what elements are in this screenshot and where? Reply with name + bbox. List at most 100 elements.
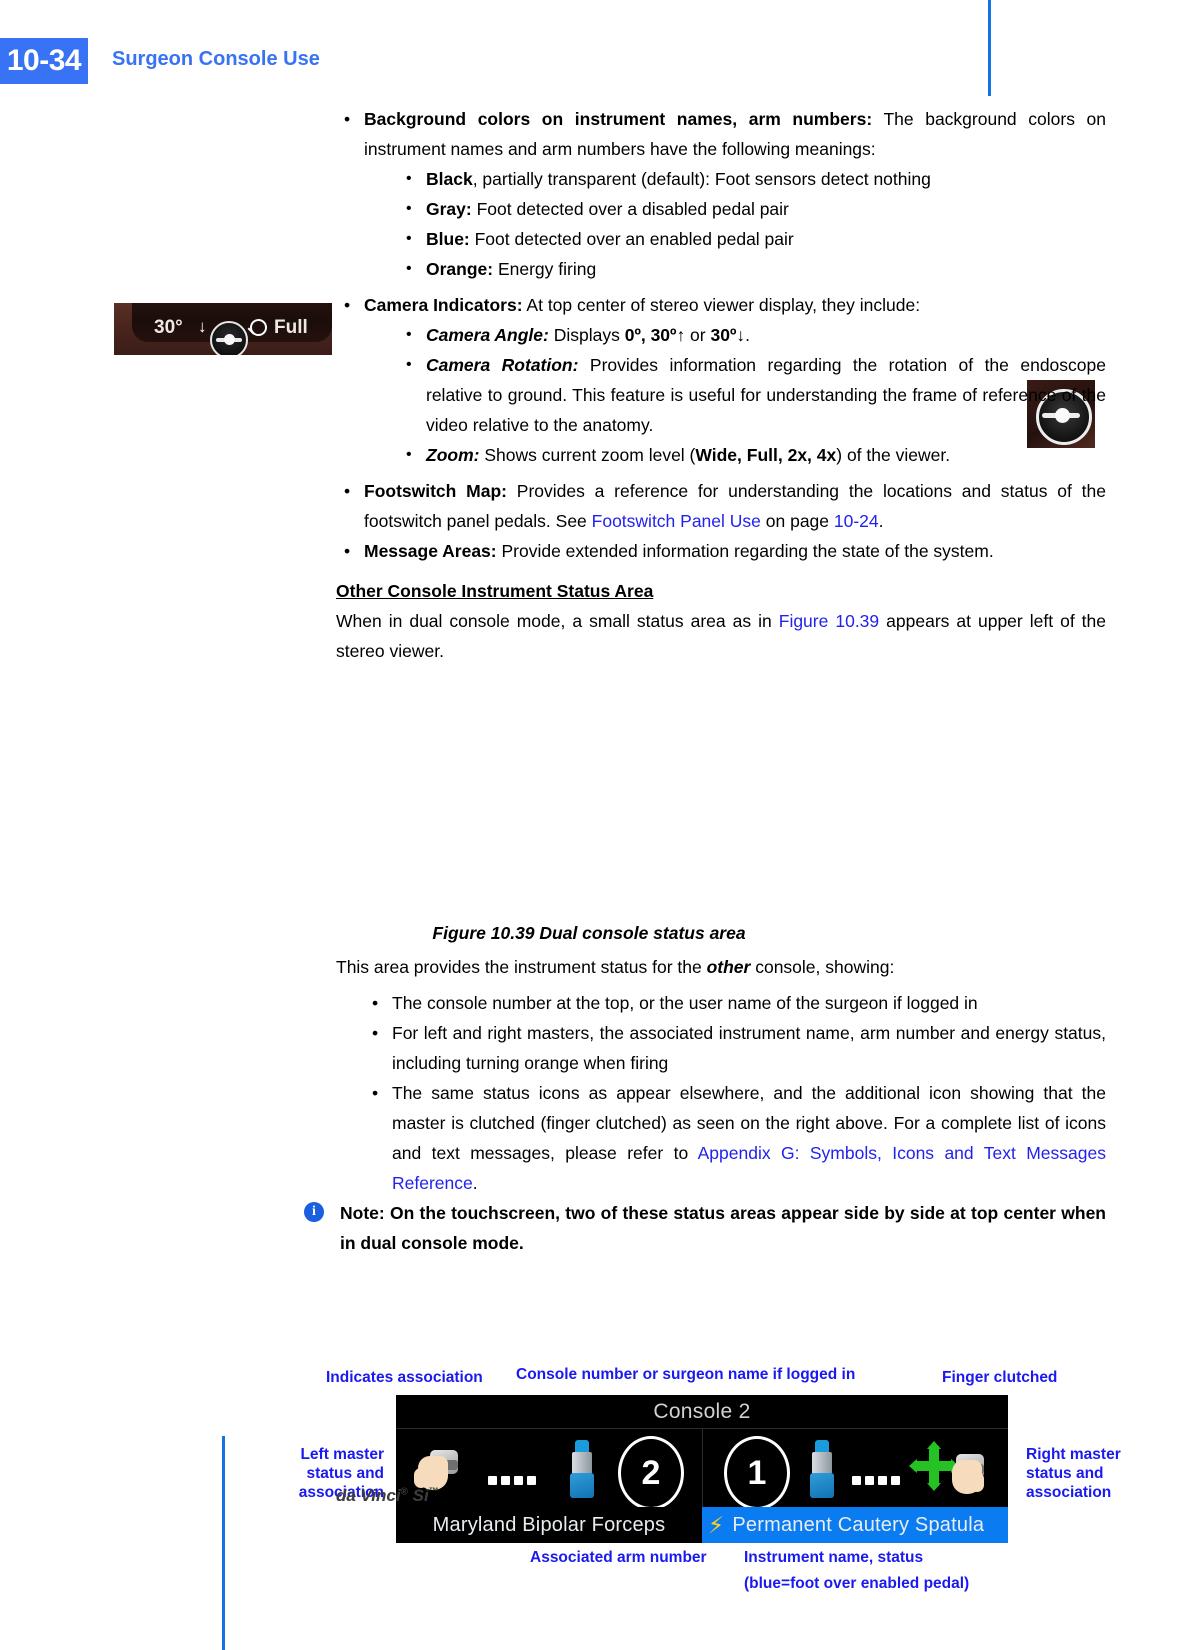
callout-indicates-association: Indicates association [326,1369,483,1386]
camera-indicator-strip-image: 30° ↓ Full [114,303,332,355]
subhead-paragraph: When in dual console mode, a small statu… [336,606,1106,666]
bullet-camera-indicators-lead: Camera Indicators: [364,295,523,315]
link-figure-10-39[interactable]: Figure 10.39 [779,611,879,631]
post-bullet-console-number: • The console number at the top, or the … [364,988,1106,1018]
footswitch-map-text-3: . [878,511,884,531]
callout-left-master-line2: status and [306,1465,384,1482]
magnifier-icon [250,319,267,336]
main-text-column: • Background colors on instrument names,… [336,104,1106,666]
instrument-icon [568,1440,596,1498]
association-dots-icon [488,1472,546,1485]
camera-rotation-label: Camera Rotation: [426,355,579,375]
zoom-label: Zoom: [426,445,480,465]
sub-bullet-gray-text: Foot detected over a disabled pedal pair [471,199,789,219]
post-figure-text-column: This area provides the instrument status… [336,952,1106,1198]
instrument-icon [808,1440,836,1498]
callout-right-master-line1: Right master [1026,1446,1121,1463]
camera-rotation-dial-icon [210,321,248,355]
right-arm-number: 1 [724,1436,790,1510]
sub-bullet-black: • Black, partially transparent (default)… [398,164,1106,194]
top-right-margin-rule [988,0,991,96]
camera-angle-label: Camera Angle: [426,325,549,345]
zoom-levels: Wide, Full, 2x, 4x [695,445,837,465]
sub-bullet-orange-text: Energy firing [493,259,597,279]
bullet-marker: • [344,295,351,315]
bullet-marker: • [406,326,412,343]
post-figure-intro-post: console, showing: [750,957,895,977]
bullet-marker: • [372,1023,379,1043]
link-page-10-24[interactable]: 10-24 [834,511,879,531]
arrow-down-icon: ↓ [736,325,746,345]
post-figure-intro-pre: This area provides the instrument status… [336,957,707,977]
console-title: Console 2 [396,1395,1008,1429]
sub-bullet-gray-label: Gray: [426,199,472,219]
association-dots-icon [852,1472,910,1485]
right-instrument-name: Permanent Cautery Spatula [732,1513,985,1536]
bullet-camera-indicators: • Camera Indicators: At top center of st… [336,290,1106,320]
section-subheading: Other Console Instrument Status Area [336,581,654,601]
bullet-marker: • [406,170,412,187]
post-bullet-masters: • For left and right masters, the associ… [364,1018,1106,1078]
sub-bullet-blue-text: Foot detected over an enabled pedal pair [469,229,794,249]
post-figure-intro: This area provides the instrument status… [336,952,1106,982]
callout-right-master-line3: association [1026,1484,1112,1501]
bullet-marker: • [406,200,412,217]
left-instrument-name: Maryland Bipolar Forceps [432,1513,666,1536]
left-instrument-name-bar: Maryland Bipolar Forceps [396,1507,702,1543]
message-areas-text: Provide extended information regarding t… [496,541,994,561]
bullet-message-areas: • Message Areas: Provide extended inform… [336,536,1106,566]
camera-angle-pre: Displays [548,325,625,345]
dual-console-status-area: Console 2 2 Maryland Bipolar Forceps 1 ⚡… [396,1395,1008,1543]
subhead-paragraph-pre: When in dual console mode, a small statu… [336,611,779,631]
right-instrument-name-bar: ⚡ Permanent Cautery Spatula [702,1507,1008,1543]
callout-left-master-line1: Left master [300,1446,384,1463]
sub-bullet-orange: • Orange: Energy firing [398,254,1106,284]
sub-bullet-blue-label: Blue: [426,229,470,249]
chapter-title: Surgeon Console Use [112,48,320,70]
console-right-half: 1 ⚡ Permanent Cautery Spatula [702,1428,1008,1543]
console-left-half: 2 Maryland Bipolar Forceps [396,1428,702,1543]
bullet-marker: • [344,481,351,501]
bullet-marker: • [344,541,351,561]
callout-instrument-name-status-line1: Instrument name, status [744,1549,924,1566]
post-bullet-status-icons: • The same status icons as appear elsewh… [364,1078,1106,1198]
lightning-bolt-icon: ⚡ [708,1512,725,1538]
sub-bullet-black-label: Black [426,169,473,189]
footer-model: Si [407,1486,429,1505]
bullet-marker: • [372,993,379,1013]
arrow-up-icon: ↑ [676,325,686,345]
post-bullet-status-icons-post: . [472,1173,478,1193]
camera-angle-mid: or [685,325,711,345]
callout-instrument-name-status-line2: (blue=foot over enabled pedal) [744,1575,970,1592]
console-left-icons-row: 2 [396,1428,702,1510]
camera-angle-post: . [745,325,750,345]
note-block: i Note: On the touchscreen, two of these… [304,1198,1106,1258]
bullet-marker: • [406,260,412,277]
callout-right-master-line2: status and [1026,1465,1104,1482]
footswitch-map-text-2: on page [760,511,834,531]
link-footswitch-panel-use[interactable]: Footswitch Panel Use [592,511,761,531]
message-areas-label: Message Areas: [364,541,497,561]
info-icon: i [304,1202,324,1222]
left-arm-number: 2 [618,1436,684,1510]
sub-bullet-gray: • Gray: Foot detected over a disabled pe… [398,194,1106,224]
note-text: Note: On the touchscreen, two of these s… [340,1203,1106,1253]
strip-camera-angle: 30° [154,317,183,338]
bullet-marker: • [372,1083,379,1103]
callout-right-master-status: Right master status and association [1026,1445,1176,1502]
sub-bullet-zoom: • Zoom: Shows current zoom level (Wide, … [398,440,1106,470]
bullet-marker: • [406,230,412,247]
page-number-badge: 10-34 [0,38,88,84]
strip-down-arrow-icon: ↓ [198,317,207,336]
post-bullet-masters-text: For left and right masters, the associat… [392,1023,1106,1073]
bullet-marker: • [344,109,351,129]
bullet-camera-indicators-rest: At top center of stereo viewer display, … [522,295,921,315]
callout-finger-clutched: Finger clutched [942,1369,1058,1386]
footer-registered-mark: ® [400,1486,408,1498]
post-figure-intro-em: other [706,957,751,977]
right-master-hand-icon [940,1452,986,1496]
footswitch-map-label: Footswitch Map: [364,481,507,501]
sub-bullet-blue: • Blue: Foot detected over an enabled pe… [398,224,1106,254]
figure-10-39: Indicates association Console number or … [0,680,1178,1592]
sub-bullet-black-text: , partially transparent (default): Foot … [472,169,931,189]
